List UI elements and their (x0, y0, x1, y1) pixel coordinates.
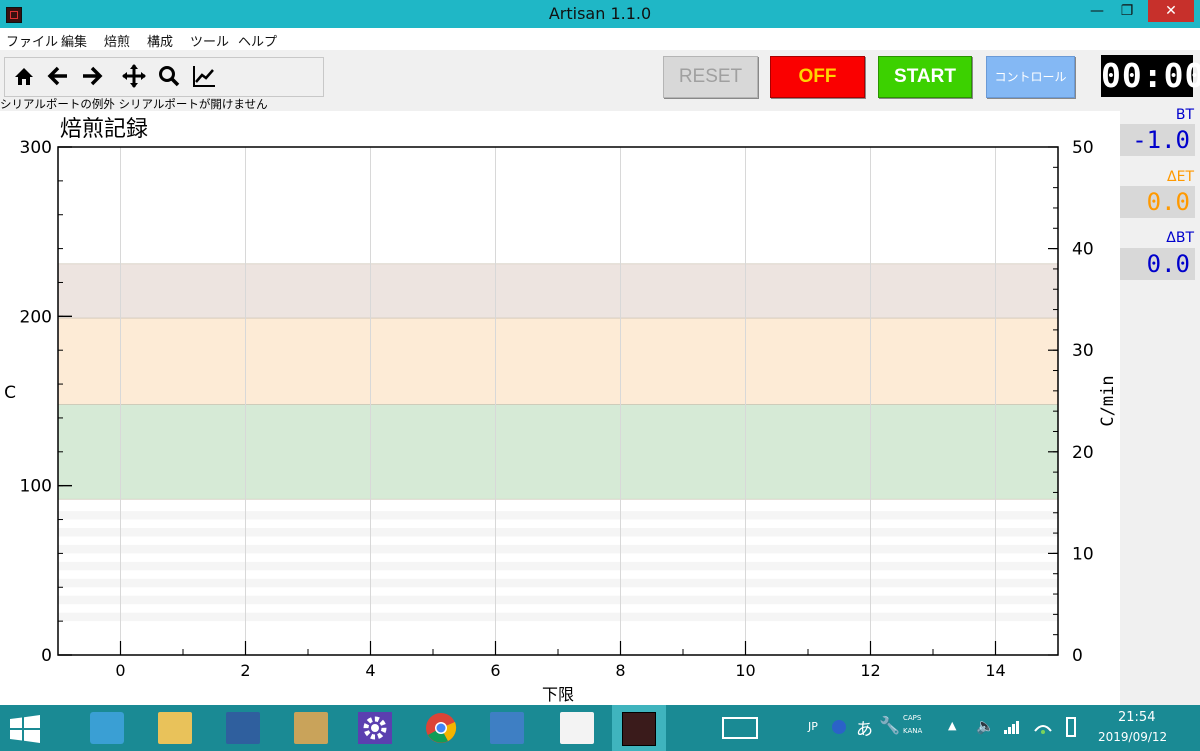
chart-settings-icon[interactable] (191, 63, 217, 89)
phase-band-0 (57, 404, 1059, 500)
taskbar: JP あ 🔧 CAPS KANA ▲ 🔈 21:54 2019/09/12 (0, 705, 1200, 751)
kana-indicator: KANA (903, 727, 923, 735)
home-icon[interactable] (11, 63, 37, 89)
settings-gear-icon[interactable] (358, 712, 392, 744)
pan-icon[interactable] (121, 63, 147, 89)
y2-tick-label: 30 (1072, 341, 1094, 361)
y2-axis-label: C/min (1098, 375, 1118, 426)
chart-svg: 0 2 4 6 8 10 12 14010020030001020304050 焙煎記録 C … (4, 117, 1118, 704)
ime-indicator[interactable]: JP (808, 720, 818, 733)
caps-indicator: CAPS (903, 714, 922, 722)
network-signal-icon[interactable] (1003, 719, 1019, 735)
menu-help[interactable]: ヘルプ (238, 31, 277, 50)
y2-tick-label: 10 (1072, 544, 1094, 564)
y-tick-label: 200 (20, 307, 52, 327)
x-tick-label: 6 (490, 661, 500, 680)
clock-date[interactable]: 2019/09/12 (1098, 730, 1167, 744)
windows-start-icon[interactable] (10, 715, 40, 743)
close-button[interactable]: ✕ (1148, 0, 1194, 22)
clock-time[interactable]: 21:54 (1118, 710, 1155, 725)
y2-tick-label: 20 (1072, 443, 1094, 463)
wrench-icon[interactable]: 🔧 (879, 716, 900, 736)
phase-band-1 (57, 317, 1059, 405)
control-button[interactable]: コントロール (986, 56, 1075, 98)
window-title: Artisan 1.1.0 (548, 4, 652, 23)
y-axis-label: C (4, 383, 16, 403)
ime-pad-icon[interactable] (832, 720, 846, 734)
title-bar: Artisan 1.1.0 — ❐ ✕ (0, 0, 1200, 28)
background-stripe (58, 595, 1058, 605)
delta-bt-readout: 0.0 (1120, 248, 1195, 280)
notepad-icon[interactable] (560, 712, 594, 744)
control-panel-icon[interactable] (90, 712, 124, 744)
maximize-button[interactable]: ❐ (1110, 0, 1144, 22)
background-stripe (58, 578, 1058, 588)
background-stripe (58, 528, 1058, 537)
x-axis-label: 下限 (542, 685, 574, 704)
y-tick-label: 0 (41, 646, 52, 666)
notes-app-icon[interactable] (294, 712, 328, 744)
background-stripe (58, 612, 1058, 622)
bt-readout: -1.0 (1120, 124, 1195, 156)
menu-tools[interactable]: ツール (190, 31, 229, 50)
background-stripe (58, 561, 1058, 571)
delta-bt-label: ΔBT (1166, 230, 1194, 246)
menu-file[interactable]: ファイル (6, 31, 58, 50)
readout-panel: BT -1.0 ΔET 0.0 ΔBT 0.0 (1120, 98, 1200, 705)
zoom-icon[interactable] (156, 63, 182, 89)
remote-desktop-icon[interactable] (490, 712, 524, 744)
plot-toolbar (4, 57, 324, 97)
wifi-icon[interactable] (1034, 719, 1052, 735)
roast-timer: 00:00 (1101, 55, 1200, 97)
show-hidden-icons-icon[interactable]: ▲ (948, 719, 956, 732)
phase-band-2 (57, 263, 1059, 319)
chart-title: 焙煎記録 (60, 117, 148, 142)
x-tick-label: 10 (735, 661, 755, 680)
y-tick-label: 100 (20, 477, 52, 497)
x-tick-label: 12 (860, 661, 880, 680)
background-stripe (58, 511, 1058, 520)
y2-tick-label: 50 (1072, 138, 1094, 158)
artisan-icon (622, 712, 656, 746)
start-button[interactable]: START (878, 56, 972, 98)
forward-arrow-icon[interactable] (79, 63, 105, 89)
x-tick-label: 2 (240, 661, 250, 680)
input-mode-indicator[interactable]: あ (856, 715, 873, 740)
file-explorer-icon[interactable] (158, 712, 192, 744)
background-stripe (58, 544, 1058, 554)
roast-chart: 0 2 4 6 8 10 12 14 0 100 200 300 0 10 20 30 40 50 焙煎記録 C … (0, 111, 1120, 705)
bt-label: BT (1175, 107, 1194, 123)
battery-icon[interactable] (1066, 717, 1076, 737)
x-tick-label: 8 (615, 661, 625, 680)
y2-tick-label: 0 (1072, 646, 1083, 666)
artisan-taskbar-button[interactable] (612, 705, 666, 751)
back-arrow-icon[interactable] (45, 63, 71, 89)
chrome-icon[interactable] (424, 712, 458, 744)
x-tick-label: 14 (985, 661, 1005, 680)
minimize-button[interactable]: — (1080, 0, 1114, 22)
computer-icon[interactable] (226, 712, 260, 744)
menu-roast[interactable]: 焙煎 (104, 31, 130, 50)
y2-tick-label: 40 (1072, 240, 1094, 260)
touch-keyboard-icon[interactable] (722, 717, 758, 739)
x-tick-label: 0 (115, 661, 125, 680)
x-tick-label: 4 (365, 661, 375, 680)
menu-config[interactable]: 構成 (147, 31, 173, 50)
delta-et-label: ΔET (1167, 169, 1194, 185)
volume-icon[interactable]: 🔈 (976, 717, 995, 735)
delta-et-readout: 0.0 (1120, 186, 1195, 218)
off-button[interactable]: OFF (770, 56, 865, 98)
y-tick-label: 300 (20, 138, 52, 158)
status-message: シリアルポートの例外 シリアルポートが開けません (0, 97, 268, 111)
reset-button[interactable]: RESET (663, 56, 758, 98)
menu-bar: ファイル 編集 焙煎 構成 ツール ヘルプ (0, 28, 1200, 50)
menu-edit[interactable]: 編集 (61, 31, 87, 50)
